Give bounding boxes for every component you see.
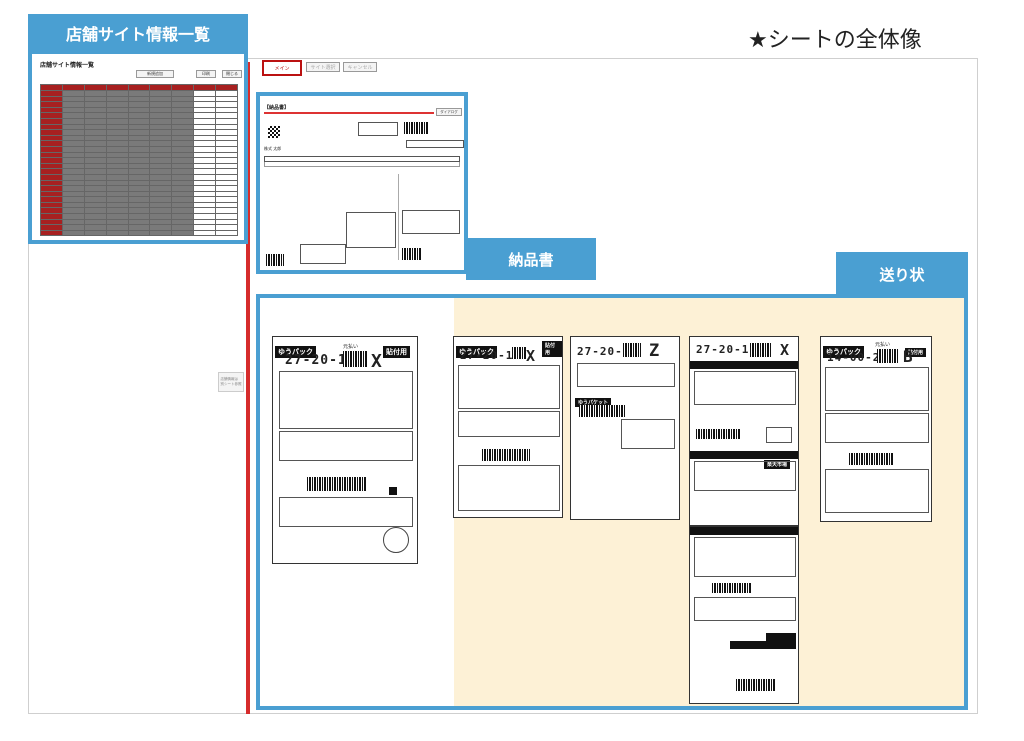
delivery-box	[358, 122, 398, 136]
label-sender-box	[458, 411, 560, 437]
toolbar-main-button[interactable]: メイン	[262, 60, 302, 76]
mini-add-button[interactable]: 新規追加	[136, 70, 174, 78]
delivery-fold	[398, 174, 399, 260]
delivery-table-row	[264, 162, 460, 167]
label-header-bar	[766, 633, 796, 641]
shipping-label-3: 27-20-10 Z ゆうパケット	[570, 336, 680, 520]
label-tag: 元払い	[343, 344, 359, 350]
delivery-dialog-button[interactable]: ダイアログ	[436, 108, 462, 116]
barcode-icon	[579, 405, 625, 417]
barcode-icon	[696, 429, 740, 439]
qr-code-icon	[268, 126, 280, 138]
label-sign-box	[766, 427, 792, 443]
barcode-icon	[482, 449, 530, 461]
label-mark: Z	[649, 341, 661, 361]
label-sender-box	[694, 597, 796, 621]
barcode-icon	[512, 347, 526, 359]
delivery-customer: 株式 太郎	[264, 146, 282, 151]
shipping-label-1: ゆうパック 元払い 貼付用 27-20-10 X	[272, 336, 418, 564]
shipping-label-4: 27-20-10 X 楽天市場	[689, 336, 799, 526]
label-mark: X	[526, 347, 537, 365]
delivery-stamp-box	[406, 140, 464, 148]
delivery-barcode-right-icon	[402, 248, 422, 260]
barcode-icon	[736, 679, 776, 691]
label-sender-box	[825, 413, 929, 443]
label-stamp: 貼付用	[383, 346, 410, 358]
barcode-icon	[343, 351, 367, 367]
label-mark: X	[371, 351, 383, 372]
stamp-circle-icon	[383, 527, 409, 553]
label-delivery-tag	[389, 487, 397, 495]
label-header-bar	[690, 361, 798, 369]
label-address-box	[577, 363, 675, 387]
table-row	[40, 229, 238, 237]
delivery-red-line	[264, 112, 434, 114]
label-header-bar	[690, 527, 798, 535]
store-info-table	[40, 84, 238, 237]
barcode-icon	[307, 477, 367, 491]
label-address-box	[694, 537, 796, 577]
barcode-icon	[849, 453, 893, 465]
label-header-bar	[730, 641, 796, 649]
toolbar-site-button[interactable]: サイト選択	[306, 62, 340, 72]
shipping-label-label: 送り状	[836, 252, 968, 296]
label-receipt-box	[825, 469, 929, 513]
shipping-label-4b	[689, 526, 799, 704]
mini-print-button[interactable]: 印刷	[196, 70, 216, 78]
label-address-box	[279, 371, 413, 429]
label-address-box	[694, 371, 796, 405]
store-info-label: 店舗サイト情報一覧	[28, 14, 248, 52]
sheet-overview-caption: ★シートの全体像	[748, 28, 922, 53]
toolbar-cancel-button[interactable]: キャンセル	[343, 62, 377, 72]
label-tag: 元払い	[875, 342, 891, 348]
delivery-sign-box	[300, 244, 346, 264]
delivery-barcode-bottom-icon	[266, 254, 284, 266]
label-sender-box	[694, 461, 796, 491]
barcode-icon	[404, 122, 428, 134]
label-code: 27-20-10	[696, 343, 757, 356]
label-sender-box	[279, 431, 413, 461]
mini-close-button[interactable]: 閉じる	[222, 70, 242, 78]
label-stamp: 貼付用	[542, 341, 562, 357]
label-receipt-box	[279, 497, 413, 527]
side-note: 店舗情報は 別シート参照	[218, 372, 244, 392]
shipping-label-5: ゆうパック 元払い 貼付用 14-00-23 B	[820, 336, 932, 522]
label-address-box	[825, 367, 929, 411]
delivery-total-box	[346, 212, 396, 248]
store-info-frame: 店舗サイト情報一覧 新規追加 印刷 閉じる	[28, 50, 248, 244]
delivery-title: 【納品書】	[264, 105, 290, 111]
delivery-note-box	[402, 210, 460, 234]
shipping-label-2: ゆうパック 貼付用 27-20-10 X	[453, 336, 563, 518]
label-receipt-box	[458, 465, 560, 511]
store-info-mini-title: 店舗サイト情報一覧	[40, 62, 95, 69]
label-address-box	[458, 365, 560, 409]
label-mark: B	[903, 347, 914, 366]
label-sender-box	[621, 419, 675, 449]
barcode-icon	[712, 583, 752, 593]
label-mark: X	[780, 341, 791, 359]
barcode-icon	[877, 349, 899, 363]
delivery-note-frame: 【納品書】 ダイアログ 株式 太郎	[256, 92, 468, 274]
delivery-note-label: 納品書	[466, 238, 596, 280]
barcode-icon	[623, 343, 641, 357]
barcode-icon	[750, 343, 772, 357]
